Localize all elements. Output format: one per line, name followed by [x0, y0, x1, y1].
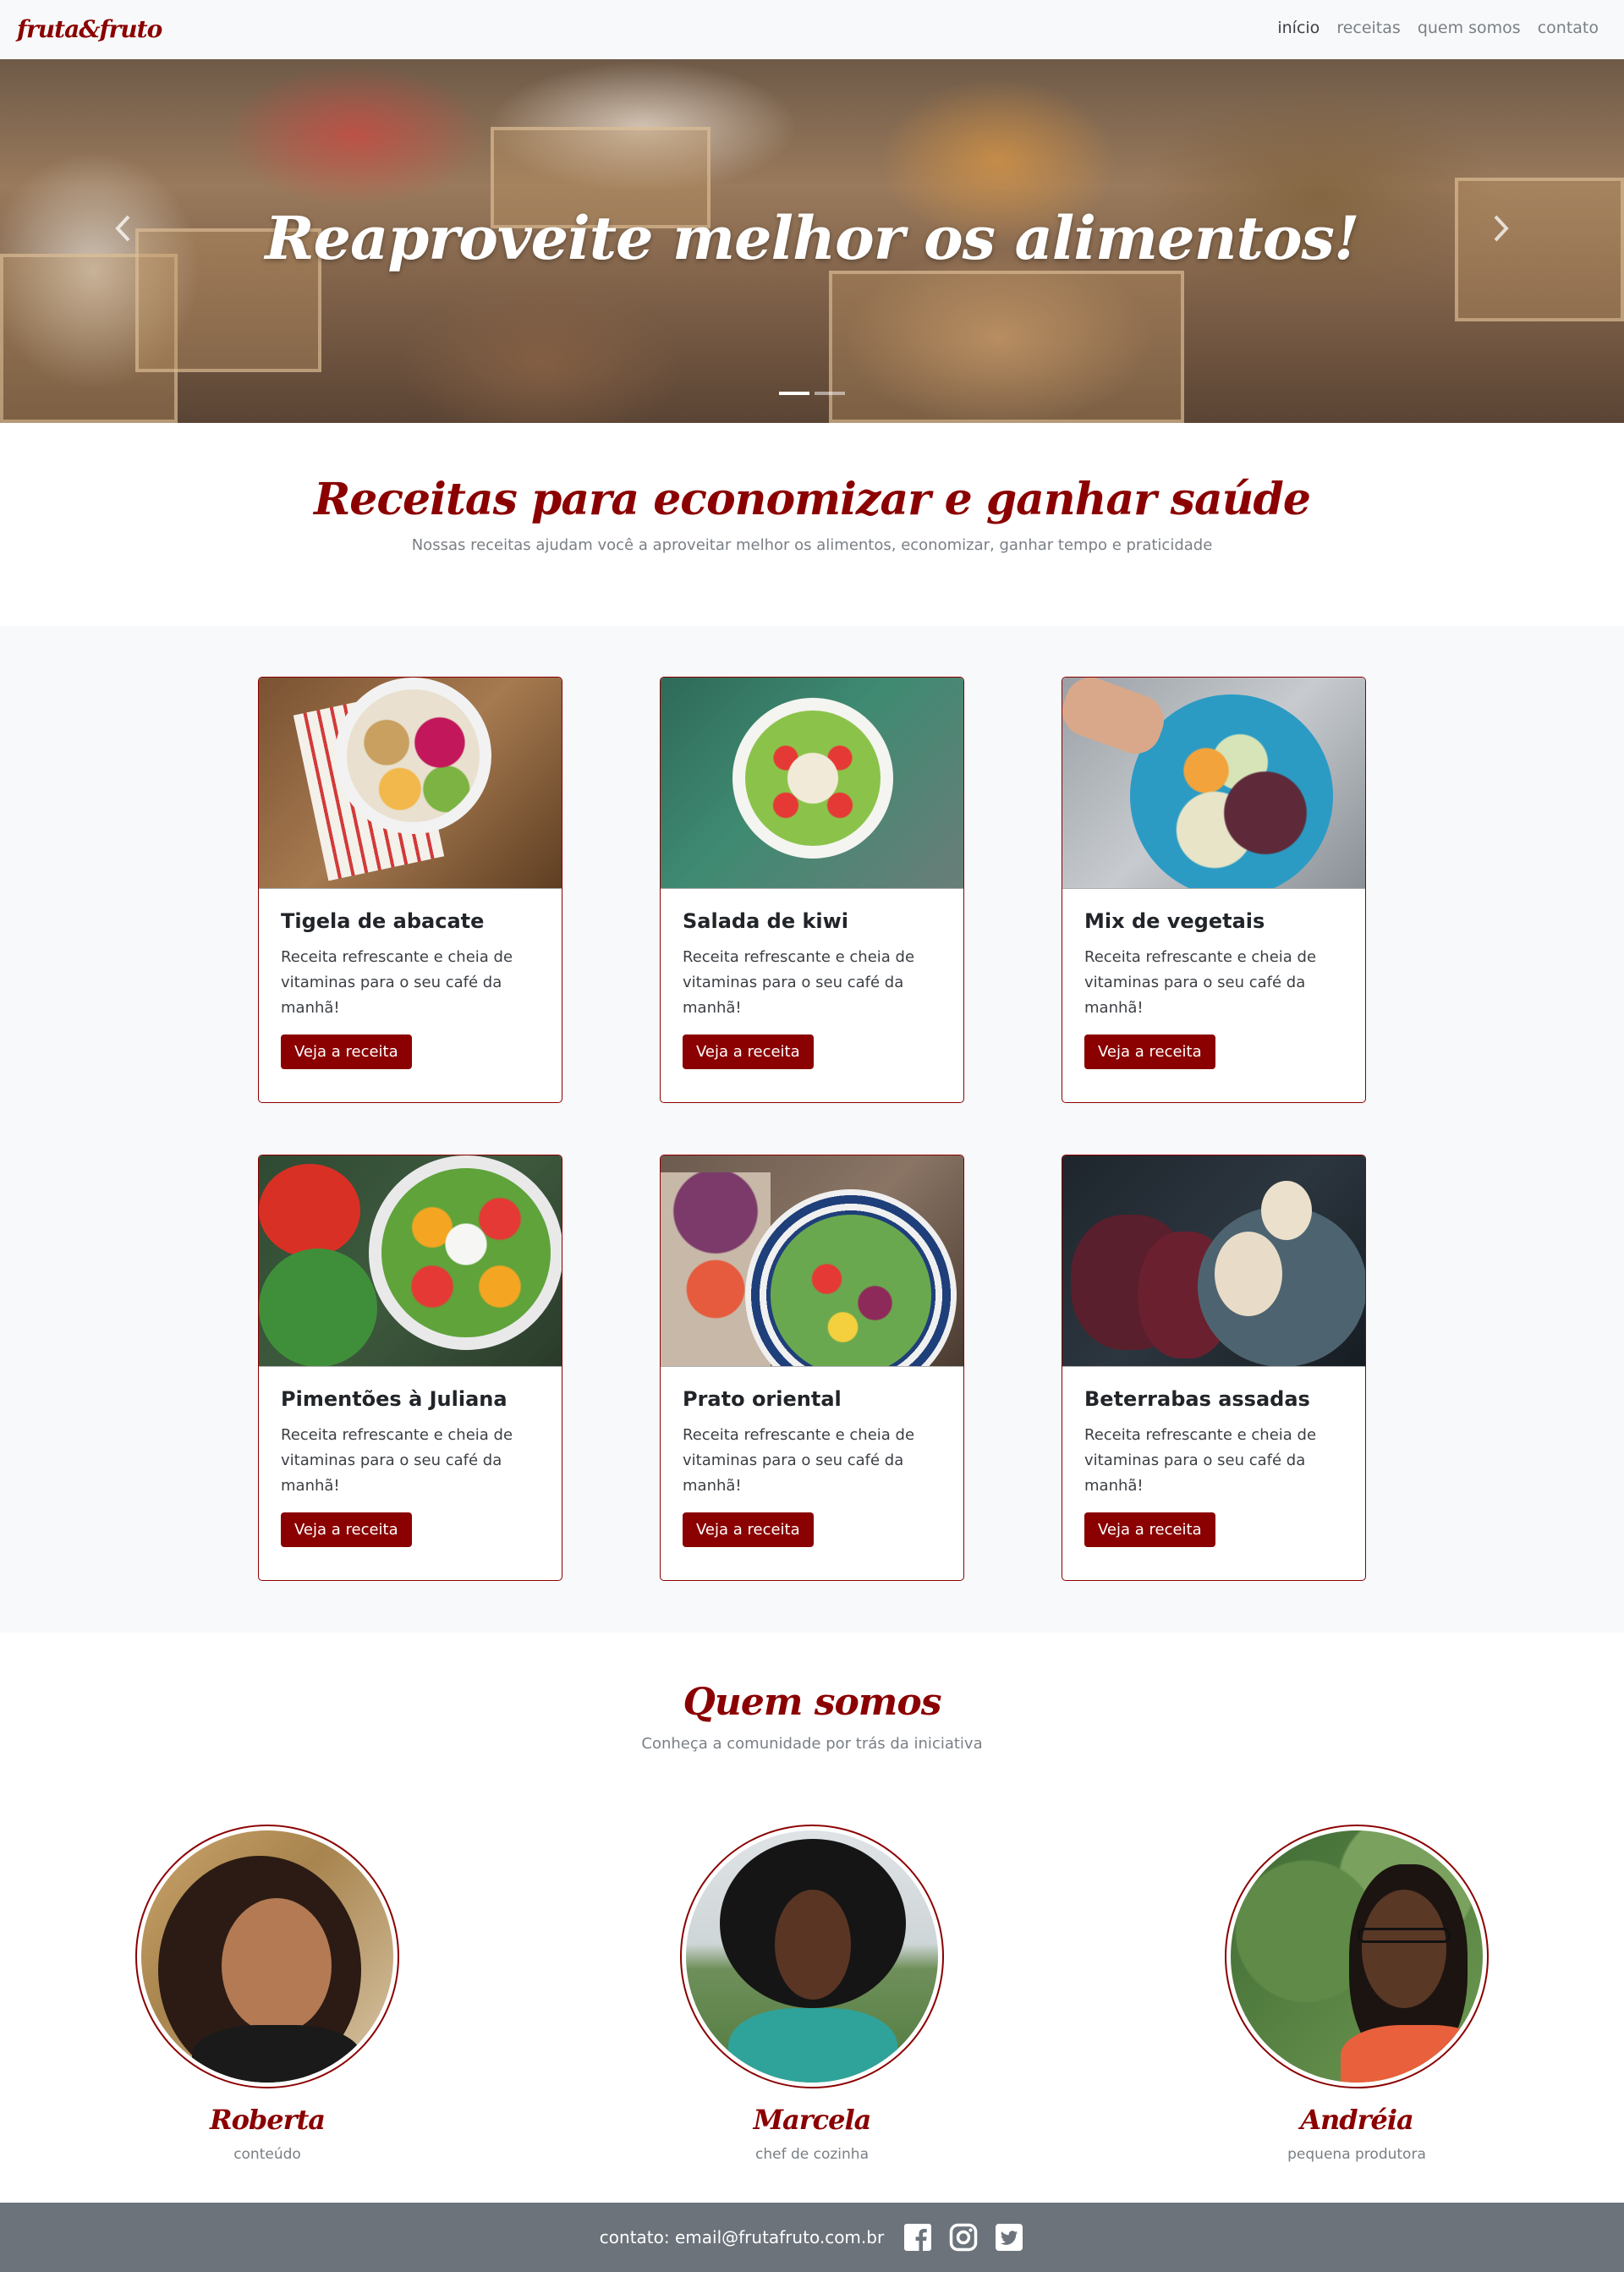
recipe-image-avocado-bowl	[259, 678, 562, 889]
team-section-title: Quem somos	[683, 1681, 942, 1724]
recipes-section-title: Receitas para economizar e ganhar saúde	[314, 474, 1311, 525]
recipe-image-kiwi-bowl	[661, 678, 963, 889]
recipe-description: Receita refrescante e cheia de vitaminas…	[281, 1426, 513, 1495]
recipe-title: Salada de kiwi	[683, 909, 849, 933]
recipe-description: Receita refrescante e cheia de vitaminas…	[1084, 948, 1317, 1017]
recipes-section-subtitle: Nossas receitas ajudam você a aproveitar…	[411, 536, 1213, 554]
member-name: Roberta	[209, 2104, 326, 2136]
nav-link-contato[interactable]: contato	[1538, 19, 1599, 37]
member-role: pequena produtora	[1287, 2146, 1426, 2163]
recipe-card-prato-oriental: Prato oriental Receita refrescante e che…	[660, 1155, 964, 1581]
recipe-title: Mix de vegetais	[1084, 909, 1265, 933]
team-member-marcela: Marcela chef de cozinha	[677, 1825, 947, 2163]
recipe-title: Beterrabas assadas	[1084, 1387, 1310, 1411]
nav-link-receitas[interactable]: receitas	[1336, 19, 1401, 37]
view-recipe-button[interactable]: Veja a receita	[281, 1512, 412, 1547]
recipe-card-salada-de-kiwi: Salada de kiwi Receita refrescante e che…	[660, 677, 964, 1103]
view-recipe-button[interactable]: Veja a receita	[683, 1512, 814, 1547]
hero-image-detail	[829, 271, 1184, 423]
nav-link-inicio[interactable]: início	[1277, 19, 1320, 37]
footer-contact[interactable]: contato: email@frutafruto.com.br	[600, 2227, 884, 2247]
recipe-description: Receita refrescante e cheia de vitaminas…	[683, 1426, 915, 1495]
hero-title: Reaproveite melhor os alimentos!	[265, 203, 1359, 273]
team-member-roberta: Roberta conteúdo	[132, 1825, 403, 2163]
team-section-subtitle: Conheça a comunidade por trás da iniciat…	[641, 1735, 983, 1753]
carousel-indicator-1[interactable]	[779, 392, 809, 395]
footer: contato: email@frutafruto.com.br	[0, 2203, 1624, 2272]
avatar	[1225, 1825, 1489, 2088]
carousel-prev-button[interactable]	[97, 186, 148, 271]
view-recipe-button[interactable]: Veja a receita	[1084, 1512, 1215, 1547]
recipe-card-tigela-de-abacate: Tigela de abacate Receita refrescante e …	[258, 677, 562, 1103]
facebook-icon[interactable]	[903, 2222, 933, 2253]
recipe-description: Receita refrescante e cheia de vitaminas…	[281, 948, 513, 1017]
recipe-card-mix-de-vegetais: Mix de vegetais Receita refrescante e ch…	[1062, 677, 1366, 1103]
member-name: Marcela	[753, 2104, 872, 2136]
recipe-title: Pimentões à Juliana	[281, 1387, 508, 1411]
carousel-indicator-2[interactable]	[815, 392, 845, 395]
member-role: conteúdo	[233, 2146, 301, 2163]
member-role: chef de cozinha	[755, 2146, 869, 2163]
recipe-description: Receita refrescante e cheia de vitaminas…	[683, 948, 915, 1017]
recipe-title: Tigela de abacate	[281, 909, 485, 933]
recipe-image-peppers	[259, 1155, 562, 1367]
carousel-indicators	[0, 392, 1624, 395]
view-recipe-button[interactable]: Veja a receita	[1084, 1034, 1215, 1069]
view-recipe-button[interactable]: Veja a receita	[683, 1034, 814, 1069]
main-nav: início receitas quem somos contato	[1277, 19, 1599, 37]
chevron-right-icon	[1494, 215, 1509, 242]
avatar	[680, 1825, 944, 2088]
view-recipe-button[interactable]: Veja a receita	[281, 1034, 412, 1069]
nav-link-quem-somos[interactable]: quem somos	[1418, 19, 1521, 37]
chevron-left-icon	[115, 215, 130, 242]
twitter-icon[interactable]	[994, 2222, 1024, 2253]
carousel-next-button[interactable]	[1476, 186, 1527, 271]
navbar: fruta&fruto início receitas quem somos c…	[0, 0, 1624, 59]
avatar	[135, 1825, 399, 2088]
recipe-description: Receita refrescante e cheia de vitaminas…	[1084, 1426, 1317, 1495]
recipe-image-vegetable-mix	[1062, 678, 1365, 889]
recipe-title: Prato oriental	[683, 1387, 842, 1411]
team-member-andreia: Andréia pequena produtora	[1221, 1825, 1492, 2163]
recipe-card-beterrabas-assadas: Beterrabas assadas Receita refrescante e…	[1062, 1155, 1366, 1581]
member-name: Andréia	[1300, 2104, 1414, 2136]
instagram-icon[interactable]	[948, 2222, 979, 2253]
recipe-card-pimentoes-a-juliana: Pimentões à Juliana Receita refrescante …	[258, 1155, 562, 1581]
hero-carousel: Reaproveite melhor os alimentos!	[0, 59, 1624, 423]
recipe-image-oriental-salad	[661, 1155, 963, 1367]
recipe-image-roasted-beets	[1062, 1155, 1365, 1367]
brand-logo[interactable]: fruta&fruto	[17, 15, 162, 43]
